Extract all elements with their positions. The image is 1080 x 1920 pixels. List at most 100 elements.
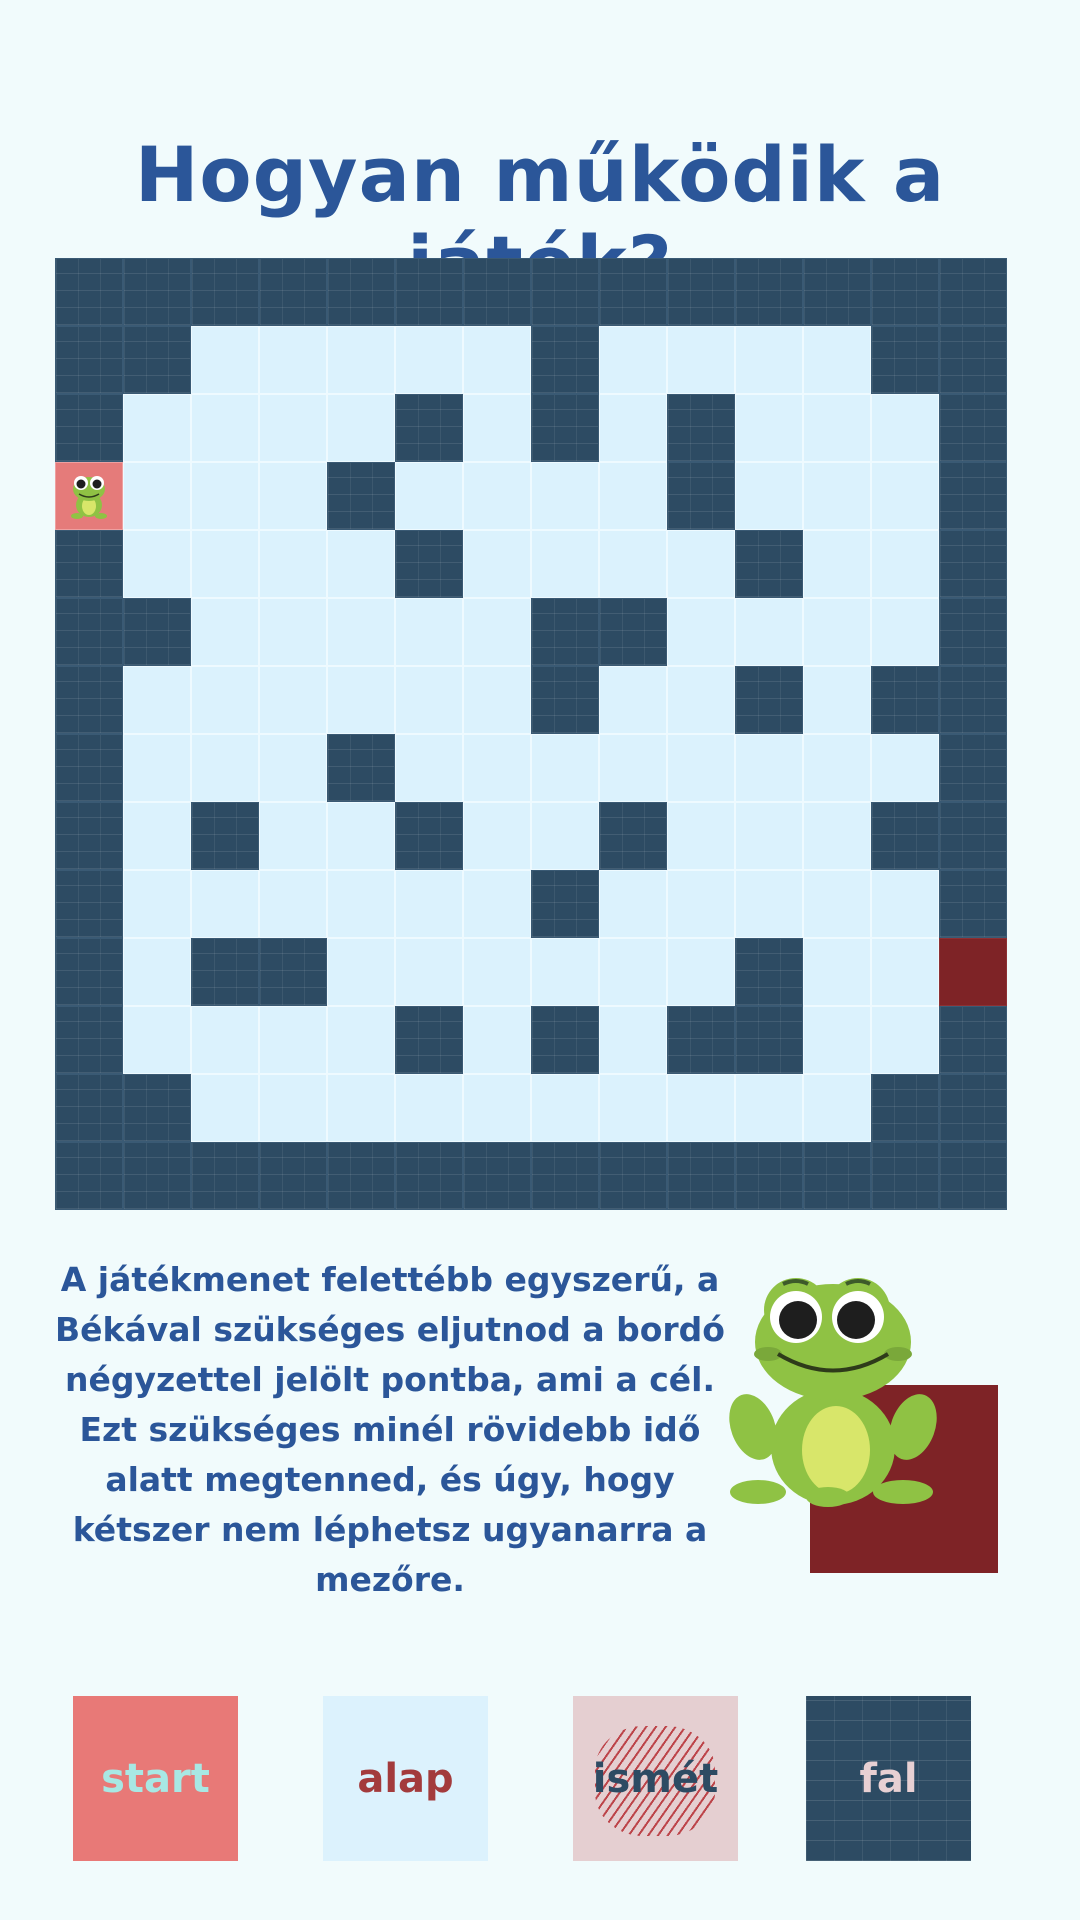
floor-cell[interactable]: [463, 530, 531, 598]
floor-cell[interactable]: [259, 462, 327, 530]
floor-cell[interactable]: [191, 734, 259, 802]
floor-cell[interactable]: [803, 1006, 871, 1074]
floor-cell[interactable]: [327, 802, 395, 870]
floor-cell[interactable]: [871, 462, 939, 530]
floor-cell[interactable]: [667, 802, 735, 870]
floor-cell[interactable]: [463, 1006, 531, 1074]
floor-cell[interactable]: [735, 870, 803, 938]
floor-cell[interactable]: [123, 530, 191, 598]
floor-cell[interactable]: [803, 666, 871, 734]
floor-cell[interactable]: [259, 530, 327, 598]
floor-cell[interactable]: [395, 462, 463, 530]
floor-cell[interactable]: [667, 938, 735, 1006]
floor-cell[interactable]: [463, 870, 531, 938]
floor-cell[interactable]: [599, 326, 667, 394]
floor-cell[interactable]: [123, 394, 191, 462]
floor-cell[interactable]: [531, 938, 599, 1006]
floor-cell[interactable]: [463, 598, 531, 666]
floor-cell[interactable]: [599, 734, 667, 802]
floor-cell[interactable]: [531, 462, 599, 530]
floor-cell[interactable]: [803, 802, 871, 870]
floor-cell[interactable]: [803, 1074, 871, 1142]
floor-cell[interactable]: [123, 870, 191, 938]
floor-cell[interactable]: [531, 530, 599, 598]
floor-cell[interactable]: [667, 326, 735, 394]
floor-cell[interactable]: [599, 394, 667, 462]
floor-cell[interactable]: [599, 870, 667, 938]
floor-cell[interactable]: [871, 530, 939, 598]
floor-cell[interactable]: [871, 734, 939, 802]
floor-cell[interactable]: [871, 1006, 939, 1074]
floor-cell[interactable]: [123, 734, 191, 802]
floor-cell[interactable]: [259, 326, 327, 394]
floor-cell[interactable]: [463, 394, 531, 462]
floor-cell[interactable]: [123, 1006, 191, 1074]
floor-cell[interactable]: [463, 666, 531, 734]
floor-cell[interactable]: [667, 870, 735, 938]
floor-cell[interactable]: [463, 734, 531, 802]
floor-cell[interactable]: [599, 530, 667, 598]
floor-cell[interactable]: [395, 666, 463, 734]
floor-cell[interactable]: [531, 734, 599, 802]
floor-cell[interactable]: [667, 1074, 735, 1142]
floor-cell[interactable]: [191, 870, 259, 938]
floor-cell[interactable]: [531, 1074, 599, 1142]
floor-cell[interactable]: [735, 1074, 803, 1142]
floor-cell[interactable]: [599, 666, 667, 734]
floor-cell[interactable]: [735, 326, 803, 394]
floor-cell[interactable]: [735, 462, 803, 530]
floor-cell[interactable]: [735, 598, 803, 666]
floor-cell[interactable]: [327, 938, 395, 1006]
floor-cell[interactable]: [259, 870, 327, 938]
floor-cell[interactable]: [463, 326, 531, 394]
floor-cell[interactable]: [599, 1074, 667, 1142]
floor-cell[interactable]: [327, 598, 395, 666]
floor-cell[interactable]: [667, 530, 735, 598]
floor-cell[interactable]: [191, 530, 259, 598]
floor-cell[interactable]: [123, 938, 191, 1006]
floor-cell[interactable]: [327, 1074, 395, 1142]
floor-cell[interactable]: [327, 870, 395, 938]
floor-cell[interactable]: [667, 666, 735, 734]
floor-cell[interactable]: [803, 734, 871, 802]
floor-cell[interactable]: [191, 1006, 259, 1074]
floor-cell[interactable]: [191, 598, 259, 666]
floor-cell[interactable]: [803, 870, 871, 938]
floor-cell[interactable]: [123, 802, 191, 870]
floor-cell[interactable]: [327, 394, 395, 462]
floor-cell[interactable]: [599, 1006, 667, 1074]
floor-cell[interactable]: [463, 462, 531, 530]
floor-cell[interactable]: [803, 598, 871, 666]
floor-cell[interactable]: [191, 1074, 259, 1142]
floor-cell[interactable]: [803, 326, 871, 394]
floor-cell[interactable]: [395, 1074, 463, 1142]
floor-cell[interactable]: [259, 802, 327, 870]
start-cell[interactable]: [55, 462, 123, 530]
floor-cell[interactable]: [463, 938, 531, 1006]
goal-cell[interactable]: [939, 938, 1007, 1006]
floor-cell[interactable]: [871, 938, 939, 1006]
floor-cell[interactable]: [259, 598, 327, 666]
floor-cell[interactable]: [667, 734, 735, 802]
floor-cell[interactable]: [463, 802, 531, 870]
floor-cell[interactable]: [735, 734, 803, 802]
floor-cell[interactable]: [667, 598, 735, 666]
floor-cell[interactable]: [327, 530, 395, 598]
floor-cell[interactable]: [259, 666, 327, 734]
floor-cell[interactable]: [395, 598, 463, 666]
floor-cell[interactable]: [327, 1006, 395, 1074]
floor-cell[interactable]: [259, 734, 327, 802]
floor-cell[interactable]: [259, 394, 327, 462]
floor-cell[interactable]: [191, 462, 259, 530]
floor-cell[interactable]: [395, 734, 463, 802]
floor-cell[interactable]: [327, 326, 395, 394]
floor-cell[interactable]: [395, 326, 463, 394]
floor-cell[interactable]: [531, 802, 599, 870]
floor-cell[interactable]: [871, 870, 939, 938]
floor-cell[interactable]: [191, 666, 259, 734]
floor-cell[interactable]: [803, 394, 871, 462]
floor-cell[interactable]: [395, 938, 463, 1006]
floor-cell[interactable]: [735, 394, 803, 462]
floor-cell[interactable]: [191, 394, 259, 462]
floor-cell[interactable]: [259, 1006, 327, 1074]
